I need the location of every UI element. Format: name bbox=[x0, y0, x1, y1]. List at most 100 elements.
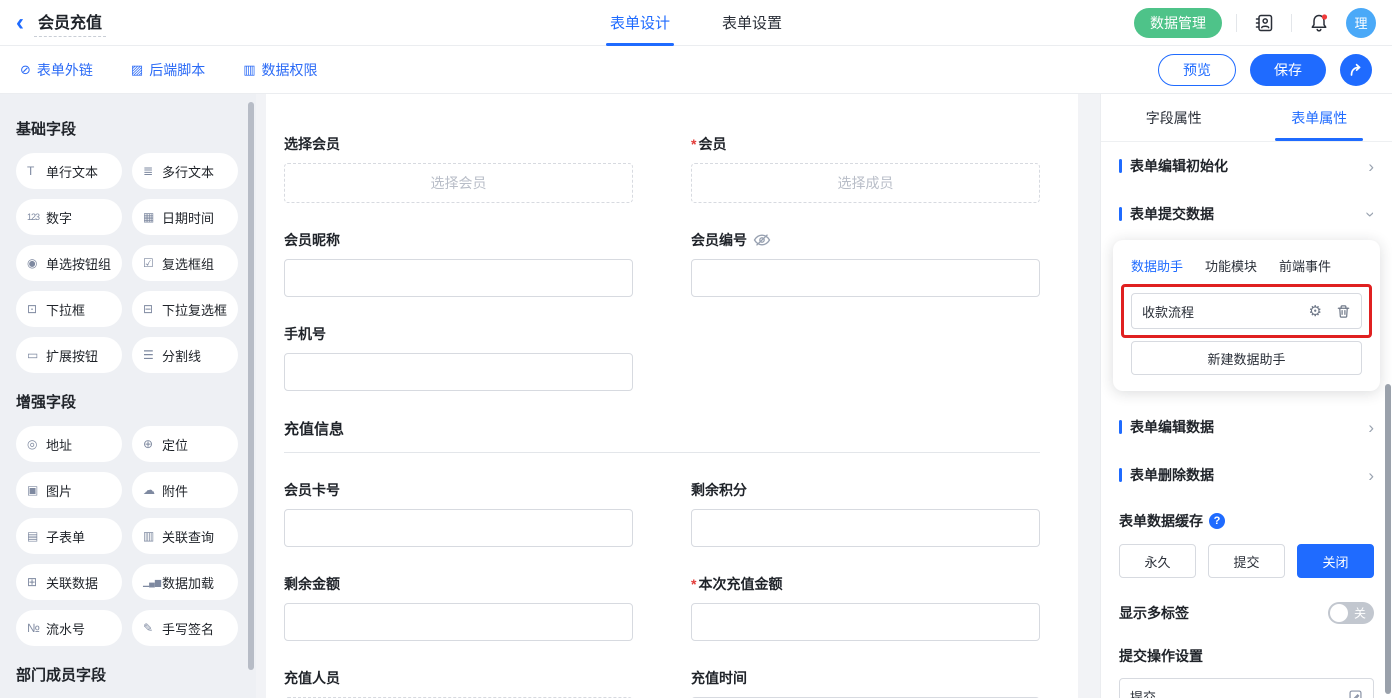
data-assistant-row[interactable]: 收款流程 ⚙ bbox=[1131, 293, 1362, 329]
section-form-edit-data[interactable]: 表单编辑数据 › bbox=[1101, 403, 1392, 451]
panel-scrollbar[interactable] bbox=[1385, 384, 1391, 694]
multi-tab-toggle[interactable]: 关 bbox=[1328, 602, 1374, 624]
sidebar-item-location[interactable]: ⊕定位 bbox=[132, 426, 238, 462]
toggle-knob bbox=[1330, 604, 1348, 622]
remaining-points-input[interactable] bbox=[691, 509, 1040, 547]
data-permission-link[interactable]: ▥ 数据权限 bbox=[243, 60, 317, 80]
sidebar-item-attachment[interactable]: ☁附件 bbox=[132, 472, 238, 508]
backend-script-link[interactable]: ▨ 后端脚本 bbox=[131, 60, 205, 80]
gear-icon[interactable]: ⚙ bbox=[1309, 302, 1322, 320]
tab-frontend-event[interactable]: 前端事件 bbox=[1279, 256, 1331, 275]
contacts-icon[interactable] bbox=[1251, 10, 1277, 36]
field-recharge-operator[interactable]: 充值人员 户 当前用户 bbox=[284, 668, 633, 698]
sidebar-item-radio-group[interactable]: ◉单选按钮组 bbox=[16, 245, 122, 281]
linked-query-icon: ▥ bbox=[143, 529, 162, 543]
sidebar-item-signature[interactable]: ✎手写签名 bbox=[132, 610, 238, 646]
eye-slash-icon bbox=[753, 233, 771, 247]
cache-option-close[interactable]: 关闭 bbox=[1297, 544, 1374, 578]
signature-pen-icon: ✎ bbox=[143, 621, 162, 635]
form-external-link[interactable]: ⊘ 表单外链 bbox=[20, 60, 93, 80]
field-phone[interactable]: 手机号 bbox=[284, 324, 633, 391]
section-form-delete-data[interactable]: 表单删除数据 › bbox=[1101, 451, 1392, 499]
chevron-right-icon: › bbox=[1368, 158, 1374, 175]
tab-data-assistant[interactable]: 数据助手 bbox=[1131, 256, 1183, 275]
share-button[interactable] bbox=[1340, 54, 1372, 86]
divider bbox=[1291, 14, 1292, 32]
form-canvas-workspace: 选择会员 选择会员 *会员 选择成员 会员昵称 会员编号 bbox=[256, 94, 1100, 698]
chevron-right-icon: › bbox=[1368, 467, 1374, 484]
sidebar-item-extend-button[interactable]: ▭扩展按钮 bbox=[16, 337, 122, 373]
edit-icon[interactable] bbox=[1348, 689, 1363, 698]
sidebar-item-multi-line-text[interactable]: ≣多行文本 bbox=[132, 153, 238, 189]
sidebar-item-checkbox-group[interactable]: ☑复选框组 bbox=[132, 245, 238, 281]
new-data-assistant-button[interactable]: 新建数据助手 bbox=[1131, 341, 1362, 375]
sidebar-item-serial-number[interactable]: №流水号 bbox=[16, 610, 122, 646]
field-remaining-points[interactable]: 剩余积分 bbox=[691, 480, 1040, 547]
field-recharge-time[interactable]: 充值时间 2022-12-12 15:10:36 bbox=[691, 668, 1040, 698]
sidebar-item-datetime[interactable]: ▦日期时间 bbox=[132, 199, 238, 235]
form-title[interactable]: 会员充值 bbox=[34, 9, 106, 37]
field-member-no[interactable]: 会员编号 bbox=[691, 230, 1040, 297]
sidebar-item-select[interactable]: ⊡下拉框 bbox=[16, 291, 122, 327]
sidebar-item-data-load[interactable]: ▁▄▆数据加载 bbox=[132, 564, 238, 600]
trash-icon[interactable] bbox=[1336, 304, 1351, 319]
recharge-amount-input[interactable] bbox=[691, 603, 1040, 641]
user-avatar[interactable]: 理 bbox=[1346, 8, 1376, 38]
sidebar-item-linked-data[interactable]: ⊞关联数据 bbox=[16, 564, 122, 600]
section-form-edit-init[interactable]: 表单编辑初始化 › bbox=[1101, 142, 1392, 190]
tab-field-properties[interactable]: 字段属性 bbox=[1101, 94, 1247, 141]
tab-form-design[interactable]: 表单设计 bbox=[606, 0, 674, 46]
back-icon[interactable]: ‹ bbox=[16, 11, 24, 35]
remaining-amount-input[interactable] bbox=[284, 603, 633, 641]
field-member[interactable]: *会员 选择成员 bbox=[691, 134, 1040, 203]
cache-option-submit[interactable]: 提交 bbox=[1208, 544, 1285, 578]
section-bar bbox=[1119, 468, 1122, 482]
tab-function-module[interactable]: 功能模块 bbox=[1205, 256, 1257, 275]
phone-input[interactable] bbox=[284, 353, 633, 391]
section-form-submit-data[interactable]: 表单提交数据 › bbox=[1101, 190, 1392, 238]
form-canvas: 选择会员 选择会员 *会员 选择成员 会员昵称 会员编号 bbox=[266, 94, 1078, 698]
member-input[interactable]: 选择成员 bbox=[691, 163, 1040, 203]
member-nickname-input[interactable] bbox=[284, 259, 633, 297]
recharge-info-divider[interactable]: 充值信息 bbox=[284, 418, 1040, 453]
sidebar-item-image[interactable]: ▣图片 bbox=[16, 472, 122, 508]
tab-form-settings[interactable]: 表单设置 bbox=[718, 0, 786, 46]
notification-bell-icon[interactable] bbox=[1306, 10, 1332, 36]
field-recharge-amount[interactable]: *本次充值金额 bbox=[691, 574, 1040, 641]
submit-data-card: 数据助手 功能模块 前端事件 收款流程 ⚙ bbox=[1113, 240, 1380, 391]
calendar-icon: ▦ bbox=[143, 210, 162, 224]
field-member-nickname[interactable]: 会员昵称 bbox=[284, 230, 633, 297]
sidebar-scrollbar[interactable] bbox=[248, 102, 254, 670]
extend-button-icon: ▭ bbox=[27, 348, 46, 362]
sidebar-item-subform[interactable]: ▤子表单 bbox=[16, 518, 122, 554]
subform-icon: ▤ bbox=[27, 529, 46, 543]
data-manage-button[interactable]: 数据管理 bbox=[1134, 8, 1222, 38]
chevron-down-icon: › bbox=[1363, 211, 1380, 217]
cache-option-permanent[interactable]: 永久 bbox=[1119, 544, 1196, 578]
header-tabs: 表单设计 表单设置 bbox=[606, 0, 786, 46]
select-member-input[interactable]: 选择会员 bbox=[284, 163, 633, 203]
sidebar-item-single-line-text[interactable]: T单行文本 bbox=[16, 153, 122, 189]
divider-line bbox=[284, 452, 1040, 453]
tab-form-properties[interactable]: 表单属性 bbox=[1247, 94, 1392, 141]
field-card-no[interactable]: 会员卡号 bbox=[284, 480, 633, 547]
permission-icon: ▥ bbox=[243, 62, 255, 78]
sidebar-item-divider-line[interactable]: ☰分割线 bbox=[132, 337, 238, 373]
sidebar-item-address[interactable]: ◎地址 bbox=[16, 426, 122, 462]
sidebar-item-multi-select[interactable]: ⊟下拉复选框 bbox=[132, 291, 238, 327]
sidebar-item-number[interactable]: 123数字 bbox=[16, 199, 122, 235]
multi-select-icon: ⊟ bbox=[143, 302, 162, 316]
submit-action-setting: 提交操作设置 提交 bbox=[1101, 630, 1392, 698]
field-select-member[interactable]: 选择会员 选择会员 bbox=[284, 134, 633, 203]
save-button[interactable]: 保存 bbox=[1250, 54, 1326, 86]
member-no-input[interactable] bbox=[691, 259, 1040, 297]
help-icon[interactable]: ? bbox=[1209, 513, 1225, 529]
submit-label-input[interactable]: 提交 bbox=[1119, 678, 1374, 698]
properties-panel: 字段属性 表单属性 表单编辑初始化 › 表单提交数据 › 数据助手 功能模块 前… bbox=[1100, 94, 1392, 698]
sidebar-item-linked-query[interactable]: ▥关联查询 bbox=[132, 518, 238, 554]
field-remaining-amount[interactable]: 剩余金额 bbox=[284, 574, 633, 641]
location-icon: ⊕ bbox=[143, 437, 162, 451]
preview-button[interactable]: 预览 bbox=[1158, 54, 1236, 86]
attachment-cloud-icon: ☁ bbox=[143, 483, 162, 497]
card-no-input[interactable] bbox=[284, 509, 633, 547]
